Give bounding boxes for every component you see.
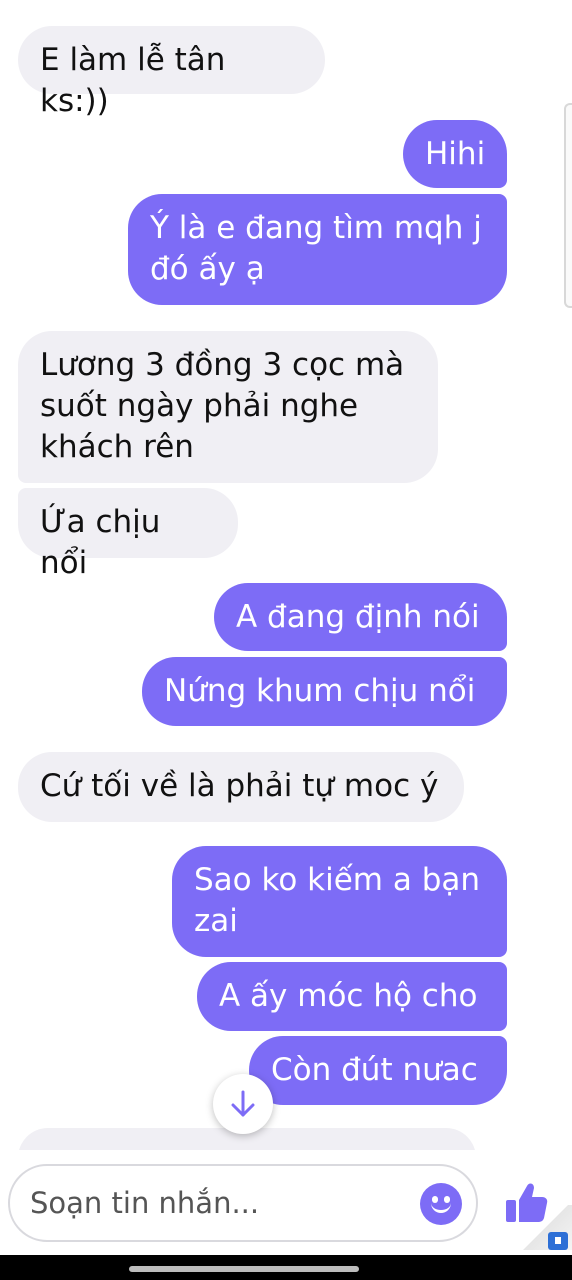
message-sent[interactable]: Sao ko kiếm a bạn zai xyxy=(172,846,507,957)
message-received[interactable]: Lương 3 đồng 3 cọc mà suốt ngày phải ngh… xyxy=(18,331,438,483)
message-sent[interactable]: Ý là e đang tìm mqh j đó ấy ạ xyxy=(128,194,507,305)
arrow-down-icon xyxy=(231,1090,255,1117)
scroll-to-bottom-button[interactable] xyxy=(213,1074,273,1134)
message-received[interactable]: Cứ tối về là phải tự moc ý xyxy=(18,752,464,822)
scroll-indicator[interactable] xyxy=(564,103,572,308)
info-badge-icon xyxy=(548,1232,568,1250)
message-sent[interactable]: Nứng khum chịu nổi xyxy=(142,657,507,726)
message-received[interactable]: Ứa chịu nổi xyxy=(18,488,238,581)
message-sent[interactable]: Hihi xyxy=(403,120,507,188)
system-nav-bar xyxy=(0,1255,572,1280)
message-input[interactable]: Soạn tin nhắn... xyxy=(8,1164,478,1242)
message-sent[interactable]: A ấy móc hộ cho xyxy=(197,962,507,1031)
emoji-smile-icon[interactable] xyxy=(420,1183,462,1225)
message-sent[interactable]: Còn đút nưac xyxy=(249,1036,507,1105)
message-received[interactable]: E làm lễ tân ks:)) xyxy=(18,26,325,119)
emoji-mouth xyxy=(431,1201,451,1213)
home-indicator[interactable] xyxy=(129,1266,359,1272)
message-sent[interactable]: A đang định nói xyxy=(214,583,507,651)
message-input-placeholder: Soạn tin nhắn... xyxy=(30,1186,260,1220)
